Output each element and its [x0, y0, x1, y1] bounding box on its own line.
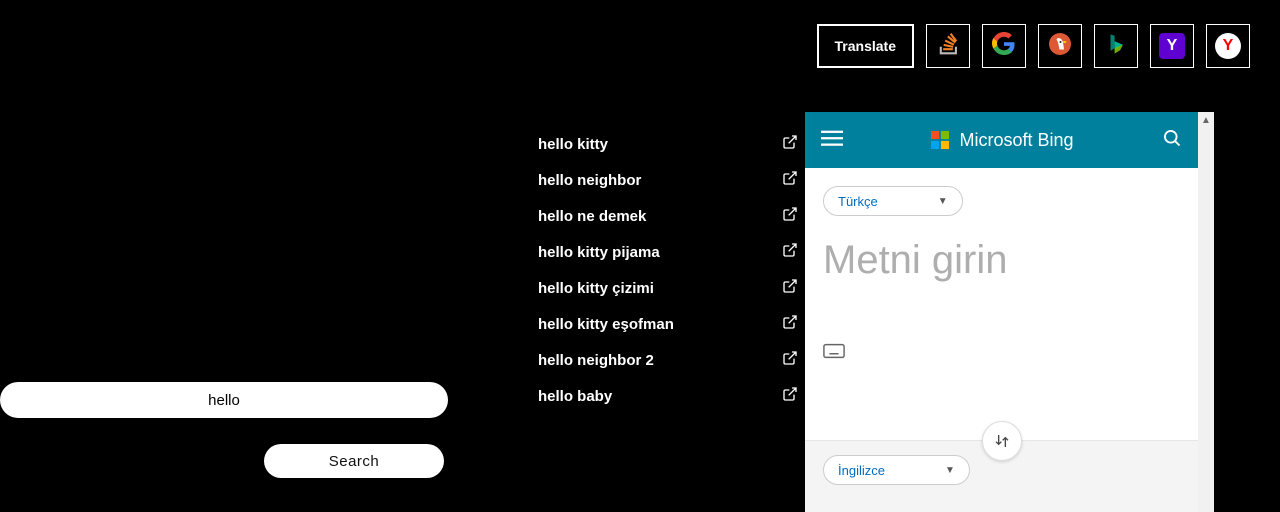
stackoverflow-button[interactable]	[926, 24, 970, 68]
suggestion-label: hello kitty eşofman	[538, 316, 674, 333]
from-language-select[interactable]: Türkçe ▼	[823, 186, 963, 216]
chevron-down-icon: ▼	[938, 196, 948, 207]
translate-input-placeholder[interactable]: Metni girin	[823, 238, 1180, 283]
search-icon[interactable]	[1162, 128, 1182, 153]
bing-icon	[1105, 33, 1127, 60]
translator-output-area: İngilizce ▼	[805, 440, 1198, 512]
suggestion-label: hello neighbor	[538, 172, 641, 189]
bing-button[interactable]	[1094, 24, 1138, 68]
microsoft-logo-icon	[931, 131, 949, 149]
translator-pane: Microsoft Bing Türkçe ▼ Metni girin İngi…	[805, 112, 1214, 512]
suggestion-label: hello kitty çizimi	[538, 280, 654, 297]
suggestion-item[interactable]: hello neighbor	[538, 162, 798, 198]
open-external-icon[interactable]	[782, 386, 798, 407]
translator-body: Türkçe ▼ Metni girin	[805, 168, 1198, 364]
suggestion-item[interactable]: hello baby	[538, 378, 798, 414]
yahoo-button[interactable]: Y	[1150, 24, 1194, 68]
to-language-select[interactable]: İngilizce ▼	[823, 455, 970, 485]
open-external-icon[interactable]	[782, 206, 798, 227]
yandex-icon: Y	[1215, 33, 1241, 59]
search-input[interactable]	[0, 382, 448, 418]
suggestion-label: hello baby	[538, 388, 612, 405]
chevron-down-icon: ▼	[945, 465, 955, 476]
open-external-icon[interactable]	[782, 170, 798, 191]
menu-icon[interactable]	[821, 127, 843, 154]
suggestion-item[interactable]: hello kitty eşofman	[538, 306, 798, 342]
yahoo-icon: Y	[1159, 33, 1185, 59]
suggestion-item[interactable]: hello kitty çizimi	[538, 270, 798, 306]
suggestion-label: hello kitty pijama	[538, 244, 660, 261]
keyboard-icon[interactable]	[823, 343, 845, 359]
translate-button[interactable]: Translate	[817, 24, 914, 68]
swap-languages-button[interactable]	[982, 421, 1022, 461]
open-external-icon[interactable]	[782, 242, 798, 263]
open-external-icon[interactable]	[782, 278, 798, 299]
scrollbar[interactable]: ▲	[1198, 112, 1214, 512]
open-external-icon[interactable]	[782, 350, 798, 371]
search-area: Search	[0, 382, 448, 478]
translator-brand-label: Microsoft Bing	[959, 130, 1073, 151]
suggestion-item[interactable]: hello kitty	[538, 126, 798, 162]
duckduckgo-button[interactable]	[1038, 24, 1082, 68]
to-language-label: İngilizce	[838, 463, 885, 478]
translator-header: Microsoft Bing	[805, 112, 1198, 168]
from-language-label: Türkçe	[838, 194, 878, 209]
duckduckgo-icon	[1048, 32, 1072, 61]
yandex-button[interactable]: Y	[1206, 24, 1250, 68]
engine-toolbar: Translate Y Y	[817, 24, 1250, 68]
stackoverflow-icon	[937, 33, 959, 60]
google-button[interactable]	[982, 24, 1026, 68]
google-icon	[992, 32, 1016, 61]
translate-label: Translate	[835, 38, 896, 54]
suggestion-label: hello kitty	[538, 136, 608, 153]
search-button[interactable]: Search	[264, 444, 444, 478]
suggestion-label: hello ne demek	[538, 208, 646, 225]
suggestion-item[interactable]: hello kitty pijama	[538, 234, 798, 270]
open-external-icon[interactable]	[782, 134, 798, 155]
suggestion-item[interactable]: hello ne demek	[538, 198, 798, 234]
translator-title: Microsoft Bing	[857, 130, 1148, 151]
suggestion-item[interactable]: hello neighbor 2	[538, 342, 798, 378]
suggestions-list: hello kitty hello neighbor hello ne deme…	[538, 126, 798, 414]
suggestion-label: hello neighbor 2	[538, 352, 654, 369]
open-external-icon[interactable]	[782, 314, 798, 335]
scroll-up-icon[interactable]: ▲	[1198, 112, 1214, 128]
